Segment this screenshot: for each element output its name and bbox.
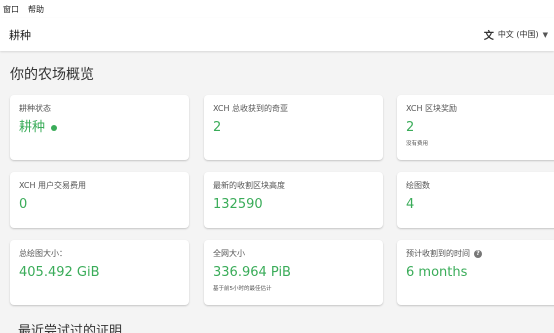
total-size-card: 总绘图大小： 405.492 GiB [10, 240, 189, 305]
card-subtext: 没有费用 [406, 141, 429, 147]
card-value: 6 months [406, 265, 468, 280]
status-dot-icon [51, 125, 58, 131]
menu-window[interactable]: 窗口 [3, 4, 19, 15]
app-bar-title: 耕种 [9, 28, 31, 42]
card-value: 132590 [213, 197, 263, 212]
card-value: 耕种 [19, 120, 180, 136]
card-label: 预计收割到的时间 ? [406, 248, 553, 260]
language-label: 中文 (中国) [497, 30, 539, 39]
block-rewards-card: XCH 区块奖励 2 没有费用 [397, 95, 554, 160]
card-label: XCH 用户交易费用 [19, 181, 87, 190]
menu-bar: 窗口 帮助 [0, 0, 554, 18]
card-value: 2 [213, 120, 222, 135]
help-icon[interactable]: ? [474, 250, 482, 258]
user-fees-card: XCH 用户交易费用 0 [10, 172, 189, 228]
section-title: 最近尝试过的证明 [18, 324, 123, 333]
total-xch-card: XCH 总收获到的奇亚 2 [204, 95, 383, 160]
card-label: XCH 区块奖励 [406, 104, 458, 113]
menu-help[interactable]: 帮助 [28, 4, 44, 15]
farming-status-card: 耕种状态 耕种 [10, 95, 189, 160]
expected-time-card: 预计收割到的时间 ? 6 months [397, 240, 554, 305]
chevron-down-icon: ▼ [542, 30, 548, 39]
card-label: 最新的收割区块高度 [213, 181, 285, 190]
card-value: 4 [406, 197, 415, 212]
card-label: 耕种状态 [19, 104, 51, 113]
translate-icon: 文 [483, 31, 494, 42]
plot-count-card: 绘图数 4 [397, 172, 554, 228]
card-value: 336.964 PiB [213, 265, 291, 280]
page-title: 你的农场概览 [10, 67, 94, 83]
app-bar: 耕种 文 中文 (中国) ▼ [0, 18, 554, 51]
farming-status-value: 耕种 [19, 120, 46, 135]
card-label: 总绘图大小： [19, 249, 67, 258]
last-height-card: 最新的收割区块高度 132590 [204, 172, 383, 228]
language-selector[interactable]: 文 中文 (中国) ▼ [484, 27, 548, 42]
network-space-card: 全网大小 336.964 PiB 基于前5小时的最佳估计 [204, 240, 383, 305]
card-label: XCH 总收获到的奇亚 [213, 104, 289, 113]
card-value: 405.492 GiB [19, 265, 100, 280]
card-label: 绘图数 [406, 181, 430, 190]
card-subtext: 基于前5小时的最佳估计 [213, 286, 272, 292]
expected-time-label: 预计收割到的时间 [406, 249, 470, 258]
card-value: 0 [19, 197, 28, 212]
card-value: 2 [406, 120, 415, 135]
card-label: 全网大小 [213, 249, 245, 258]
